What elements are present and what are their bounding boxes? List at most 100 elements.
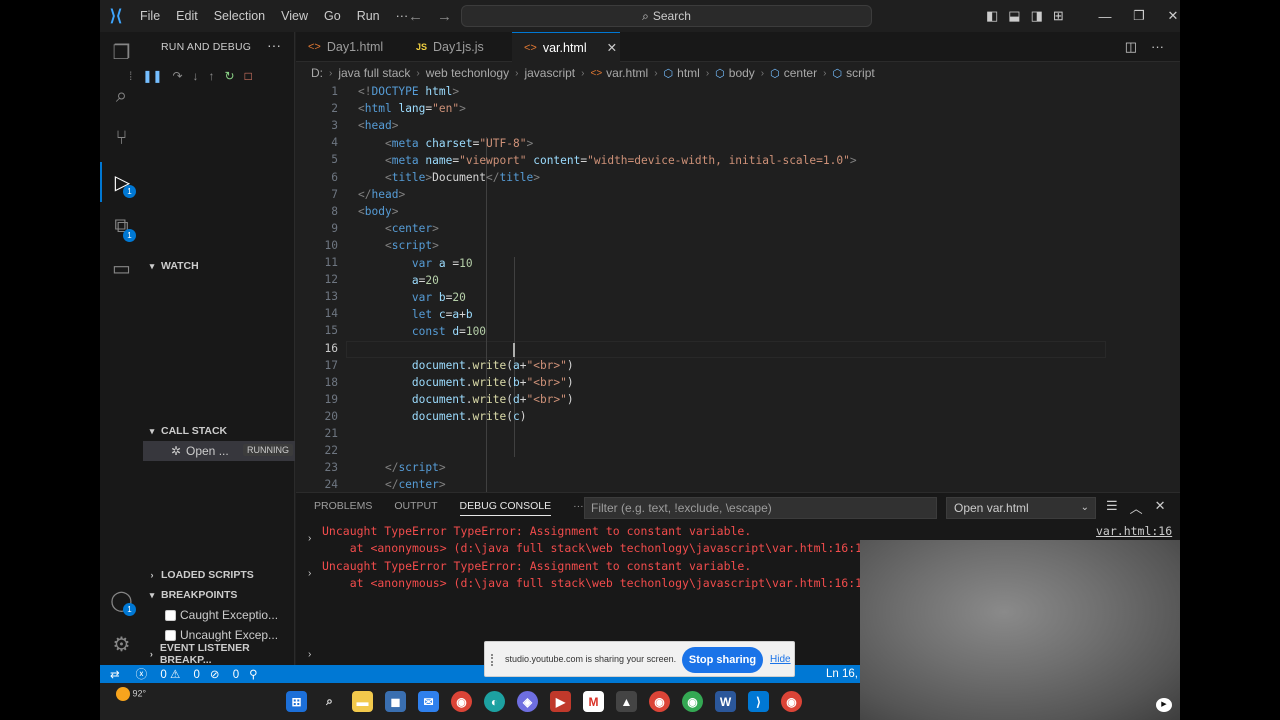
menu-file[interactable]: File: [132, 0, 168, 32]
accounts-icon[interactable]: ◯ 1: [100, 580, 143, 620]
menu-go[interactable]: Go: [316, 0, 349, 32]
menu-run[interactable]: Run: [349, 0, 388, 32]
toggle-primary-sidebar-icon[interactable]: ◧: [986, 8, 998, 24]
step-over-icon[interactable]: ↷: [172, 69, 182, 83]
sidebar-more-button[interactable]: ···: [267, 37, 281, 53]
chevron-right-icon[interactable]: ›: [308, 533, 311, 544]
file-explorer-icon[interactable]: ▬: [352, 691, 373, 712]
close-tab-icon[interactable]: ✕: [607, 40, 617, 55]
tab-output[interactable]: OUTPUT: [394, 500, 437, 516]
breakpoints-section-header[interactable]: ▾ BREAKPOINTS: [143, 585, 295, 605]
stop-sharing-button[interactable]: Stop sharing: [682, 647, 763, 673]
breadcrumb-symbol[interactable]: body: [729, 66, 755, 80]
explorer-icon[interactable]: ❐: [100, 32, 143, 72]
restore-icon[interactable]: ❐: [1122, 8, 1156, 24]
settings-gear-icon[interactable]: ⚙: [100, 624, 143, 664]
vscode-taskbar-icon[interactable]: ⟩: [748, 691, 769, 712]
forward-arrow-icon[interactable]: →: [437, 8, 452, 25]
chrome-icon[interactable]: ◉: [649, 691, 670, 712]
customize-layout-icon[interactable]: ⊞: [1053, 8, 1064, 24]
minimize-icon[interactable]: —: [1088, 9, 1122, 24]
breadcrumb-folder[interactable]: javascript: [524, 66, 575, 80]
debug-console-filter[interactable]: Filter (e.g. text, !exclude, \escape): [584, 497, 937, 519]
word-icon[interactable]: W: [715, 691, 736, 712]
checkbox[interactable]: [165, 629, 176, 641]
chevron-right-icon[interactable]: ›: [308, 568, 311, 579]
drag-handle-icon[interactable]: [491, 654, 497, 666]
code-editor[interactable]: 1 2 3 4 5 6 7 8 9 10 11 12 13 14 15 16 17 18 19 20 21 22 23 24 …: [296, 84, 1180, 492]
stop-icon[interactable]: □: [245, 69, 252, 83]
debug-status-icon[interactable]: ⚲: [249, 667, 257, 681]
chrome-profile-icon[interactable]: ◉: [682, 691, 703, 712]
remote-icon[interactable]: ⇄: [110, 667, 120, 681]
step-out-icon[interactable]: ↑: [209, 69, 215, 83]
toggle-panel-icon[interactable]: ⬓: [1008, 8, 1020, 24]
media-icon[interactable]: ▶: [550, 691, 571, 712]
checkbox[interactable]: [165, 609, 176, 621]
edge-icon[interactable]: ◐: [484, 691, 505, 712]
menu-edit[interactable]: Edit: [168, 0, 206, 32]
event-listener-section-header[interactable]: › EVENT LISTENER BREAKP...: [143, 642, 295, 666]
line-number: 6: [331, 170, 338, 184]
watch-section-header[interactable]: ▾ WATCH: [143, 256, 295, 276]
menu-view[interactable]: View: [273, 0, 316, 32]
tab-day1-html[interactable]: <> Day1.html: [296, 32, 404, 62]
line-number: 15: [324, 324, 338, 338]
remote-explorer-icon[interactable]: ▭: [100, 248, 143, 288]
close-panel-icon[interactable]: ✕: [1155, 498, 1166, 517]
editor-more-icon[interactable]: ···: [1151, 39, 1164, 55]
breadcrumb-folder[interactable]: java full stack: [338, 66, 410, 80]
call-stack-section-header[interactable]: ▾ CALL STACK: [143, 421, 295, 441]
menu-selection[interactable]: Selection: [206, 0, 273, 32]
gmail-icon[interactable]: M: [583, 691, 604, 712]
breadcrumb-symbol[interactable]: center: [784, 66, 817, 80]
search-activity-icon[interactable]: ⌕: [100, 76, 143, 116]
problems-status[interactable]: ⓧ 0 ⚠ 0: [136, 666, 200, 682]
debug-session-select[interactable]: Open var.html ⌄: [946, 497, 1096, 519]
breadcrumb-file[interactable]: var.html: [606, 66, 648, 80]
extensions-icon[interactable]: ⧉ 1: [100, 206, 143, 246]
close-window-icon[interactable]: ✕: [1156, 8, 1180, 24]
ports-status[interactable]: ⊘ 0: [210, 667, 239, 681]
tab-problems[interactable]: PROBLEMS: [314, 500, 372, 516]
maximize-panel-icon[interactable]: ︿: [1130, 498, 1143, 517]
app-icon[interactable]: ▲: [616, 691, 637, 712]
loaded-scripts-section-header[interactable]: › LOADED SCRIPTS: [143, 565, 295, 585]
run-debug-icon[interactable]: ▷ 1: [100, 162, 143, 202]
code-line: const d=100: [411, 325, 487, 338]
hide-link[interactable]: Hide: [770, 654, 791, 665]
tab-var-html[interactable]: <> var.html ✕: [512, 32, 620, 62]
copilot-icon[interactable]: ◈: [517, 691, 538, 712]
chrome-icon[interactable]: ◉: [781, 691, 802, 712]
breadcrumb-symbol[interactable]: script: [846, 66, 875, 80]
tab-day1js-js[interactable]: JS Day1js.js: [404, 32, 512, 62]
breadcrumb-symbol[interactable]: html: [677, 66, 700, 80]
start-icon[interactable]: ⊞: [286, 691, 307, 712]
step-into-icon[interactable]: ↓: [193, 69, 199, 83]
source-control-icon[interactable]: ⑂: [100, 118, 143, 158]
tab-debug-console[interactable]: DEBUG CONSOLE: [459, 500, 552, 516]
split-editor-icon[interactable]: ◫: [1125, 39, 1137, 55]
vscode-logo-icon: ⟩⟨: [109, 8, 123, 25]
panel-more-button[interactable]: ···: [573, 500, 584, 516]
drag-handle-icon[interactable]: ⁞: [129, 69, 132, 83]
source-link[interactable]: var.html:16: [1096, 524, 1172, 538]
weather-widget[interactable]: 92°: [116, 687, 146, 701]
back-arrow-icon[interactable]: ←: [408, 8, 423, 25]
mail-icon[interactable]: ✉: [418, 691, 439, 712]
search-taskbar-icon[interactable]: ⌕: [319, 691, 340, 712]
code-line: <!DOCTYPE html>: [358, 85, 460, 98]
pause-icon[interactable]: ❚❚: [142, 69, 162, 83]
breadcrumb-drive[interactable]: D:: [311, 66, 323, 80]
call-stack-item[interactable]: ✲ Open ... RUNNING: [143, 441, 295, 461]
breakpoint-uncaught-exceptions[interactable]: Uncaught Excep...: [165, 628, 278, 642]
console-input-chevron-icon[interactable]: ›: [308, 649, 311, 660]
store-icon[interactable]: ◼: [385, 691, 406, 712]
restart-icon[interactable]: ↻: [225, 69, 235, 83]
breadcrumb-folder[interactable]: web techonlogy: [426, 66, 509, 80]
breakpoint-caught-exceptions[interactable]: Caught Exceptio...: [165, 608, 278, 622]
chrome-icon[interactable]: ◉: [451, 691, 472, 712]
clear-console-icon[interactable]: ☰: [1106, 498, 1118, 517]
toggle-secondary-sidebar-icon[interactable]: ◨: [1031, 8, 1043, 24]
command-center-search[interactable]: ⌕ Search: [461, 5, 872, 27]
